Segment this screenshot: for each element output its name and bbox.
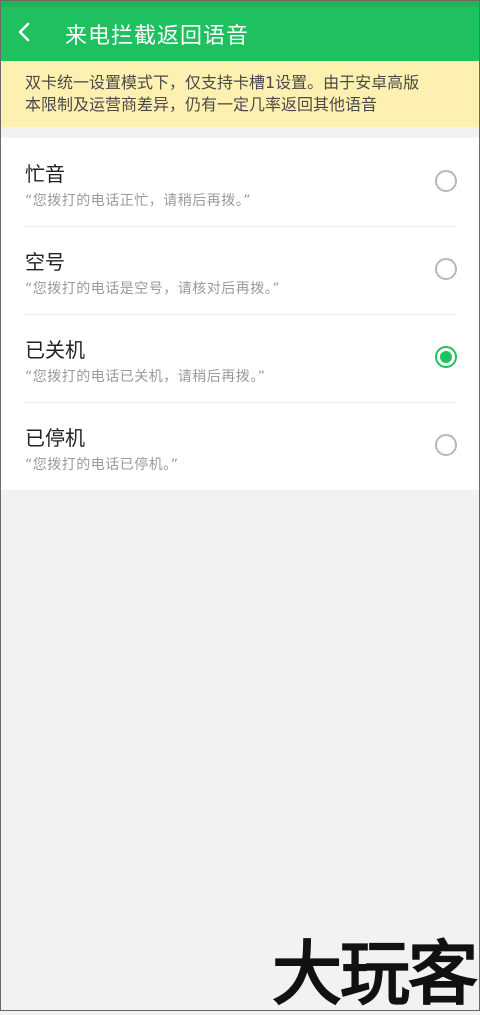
option-powered-off[interactable]: 已关机 “您拨打的电话已关机，请稍后再拨。” — [1, 314, 479, 402]
notice-banner: 双卡统一设置模式下，仅支持卡槽1设置。由于安卓高版 本限制及运营商差异，仍有一定… — [1, 61, 479, 127]
option-description: “您拨打的电话是空号，请核对后再拨。” — [25, 281, 281, 297]
option-description: “您拨打的电话已停机。” — [25, 457, 179, 473]
option-title: 已关机 — [25, 338, 85, 362]
option-suspended[interactable]: 已停机 “您拨打的电话已停机。” — [1, 402, 479, 490]
option-title: 忙音 — [25, 162, 65, 186]
option-empty-number[interactable]: 空号 “您拨打的电话是空号，请核对后再拨。” — [1, 226, 479, 314]
page-title: 来电拦截返回语音 — [65, 24, 250, 49]
radio-button-checked[interactable] — [435, 346, 457, 368]
notice-line-2: 本限制及运营商差异，仍有一定几率返回其他语音 — [25, 95, 378, 114]
option-description: “您拨打的电话正忙，请稍后再拨。” — [25, 193, 252, 209]
option-title: 已停机 — [25, 426, 85, 450]
option-description: “您拨打的电话已关机，请稍后再拨。” — [25, 369, 266, 385]
chevron-left-icon — [17, 21, 31, 47]
app-header: 来电拦截返回语音 — [1, 7, 479, 61]
option-title: 空号 — [25, 250, 65, 274]
radio-button-unchecked[interactable] — [435, 258, 457, 280]
radio-button-unchecked[interactable] — [435, 434, 457, 456]
watermark-logo: 大玩客 — [272, 933, 478, 1015]
option-busy[interactable]: 忙音 “您拨打的电话正忙，请稍后再拨。” — [1, 138, 479, 226]
voice-option-list: 忙音 “您拨打的电话正忙，请稍后再拨。” 空号 “您拨打的电话是空号，请核对后再… — [1, 138, 479, 490]
radio-button-unchecked[interactable] — [435, 170, 457, 192]
notice-line-1: 双卡统一设置模式下，仅支持卡槽1设置。由于安卓高版 — [25, 73, 420, 92]
back-button[interactable] — [1, 7, 47, 61]
